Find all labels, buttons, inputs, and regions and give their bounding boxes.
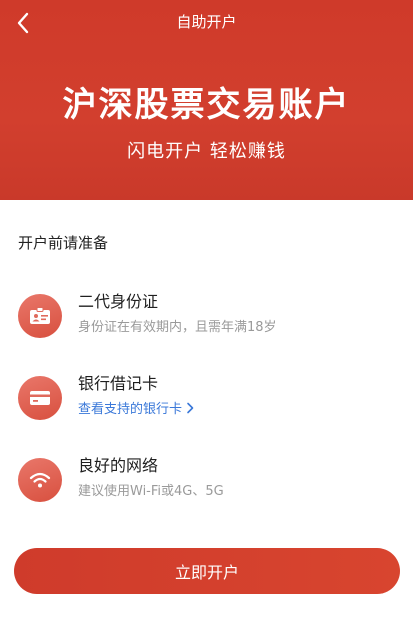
account-opening-page: 自助开户 沪深股票交易账户 闪电开户 轻松赚钱 开户前请准备 二代身份证 身份证… xyxy=(0,0,413,623)
item-desc: 建议使用Wi-Fi或4G、5G xyxy=(78,484,224,499)
wifi-icon xyxy=(18,458,62,502)
prep-item-bank-card: 银行借记卡 查看支持的银行卡 xyxy=(18,370,398,430)
hero-title: 沪深股票交易账户 xyxy=(62,85,351,125)
item-title: 银行借记卡 xyxy=(78,374,159,393)
prep-item-network: 良好的网络 建议使用Wi-Fi或4G、5G xyxy=(18,452,398,512)
item-title: 二代身份证 xyxy=(78,292,159,311)
supported-banks-link[interactable]: 查看支持的银行卡 xyxy=(78,398,194,417)
hero-subtitle: 闪电开户 轻松赚钱 xyxy=(127,141,286,162)
item-desc: 身份证在有效期内，且需年满18岁 xyxy=(78,320,277,335)
id-card-icon xyxy=(18,294,62,338)
item-title: 良好的网络 xyxy=(78,456,159,475)
hero-banner: 自助开户 沪深股票交易账户 闪电开户 轻松赚钱 xyxy=(0,0,413,200)
supported-banks-link-label: 查看支持的银行卡 xyxy=(78,402,183,417)
prep-item-id-card: 二代身份证 身份证在有效期内，且需年满18岁 xyxy=(18,288,398,348)
open-account-button[interactable]: 立即开户 xyxy=(14,548,400,594)
page-title: 自助开户 xyxy=(176,13,237,31)
section-title: 开户前请准备 xyxy=(18,234,109,252)
bank-card-icon xyxy=(18,376,62,420)
prep-section: 开户前请准备 二代身份证 身份证在有效期内，且需年满18岁 银行借记卡 查看支持… xyxy=(0,200,413,623)
chevron-right-icon xyxy=(187,402,194,413)
